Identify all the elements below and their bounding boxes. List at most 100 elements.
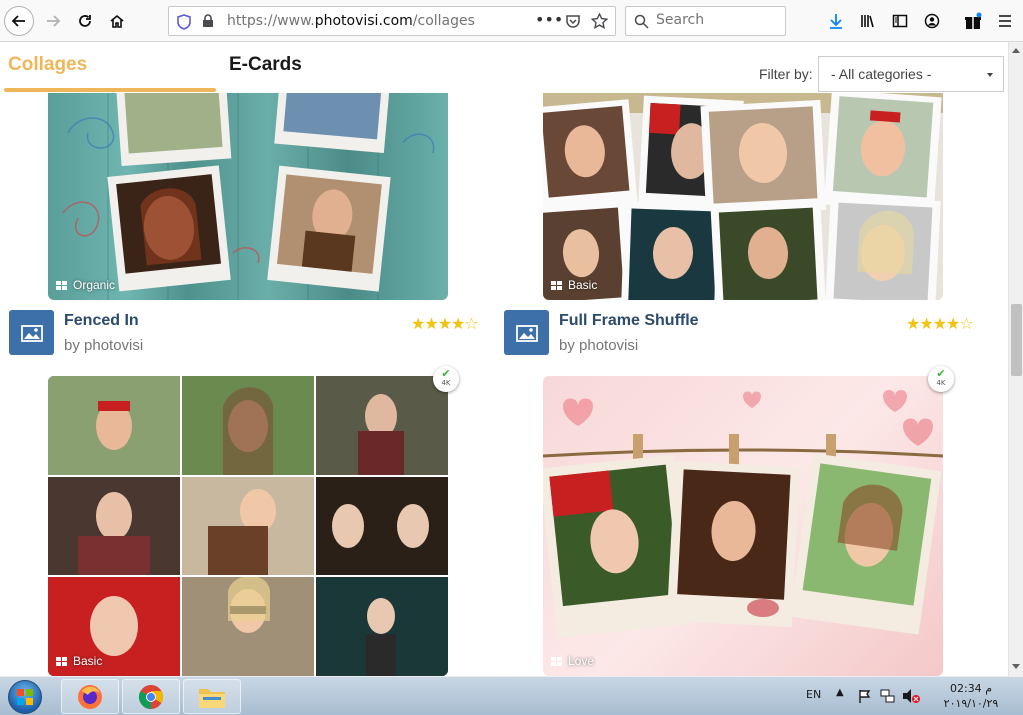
star-filled-icon: ★ bbox=[932, 314, 947, 333]
star-filled-icon: ★ bbox=[451, 314, 465, 333]
collage-thumbnail-love[interactable]: Love bbox=[543, 376, 943, 676]
show-hidden-icons-icon[interactable]: ▲ bbox=[836, 687, 844, 698]
collage-title[interactable]: Fenced In bbox=[64, 312, 139, 330]
bookmark-star-icon[interactable] bbox=[591, 13, 608, 29]
star-filled-icon: ★ bbox=[906, 314, 920, 333]
firefox-icon bbox=[78, 684, 102, 709]
language-indicator[interactable]: EN bbox=[806, 688, 821, 701]
url-domain: photovisi.com bbox=[314, 13, 413, 29]
pocket-icon[interactable] bbox=[565, 14, 581, 29]
sidebar-button[interactable] bbox=[885, 6, 915, 36]
menu-button[interactable] bbox=[990, 6, 1020, 36]
collage-preview-image bbox=[62, 93, 435, 300]
shield-icon[interactable] bbox=[177, 14, 191, 30]
chrome-icon bbox=[138, 684, 164, 709]
collage-thumbnail-basic-grid[interactable]: Basic bbox=[48, 376, 448, 676]
system-clock[interactable]: 02:34 م ٢٠١٩/١٠/٢٩ bbox=[936, 681, 1006, 711]
home-button[interactable] bbox=[102, 6, 132, 36]
collage-preview-image bbox=[48, 376, 448, 676]
account-button[interactable] bbox=[917, 6, 947, 36]
windows-taskbar: EN ▲ 02:34 م ٢٠١٩/١٠/٢٩ bbox=[0, 676, 1023, 715]
gift-icon bbox=[965, 12, 982, 29]
search-input[interactable] bbox=[656, 12, 776, 28]
taskbar-firefox[interactable] bbox=[61, 679, 119, 714]
collage-info-full-frame-shuffle[interactable]: Full Frame Shuffle by photovisi ★★★★☆ bbox=[504, 310, 982, 360]
collage-preview-image bbox=[543, 93, 943, 300]
scroll-up-arrow-icon[interactable] bbox=[1012, 48, 1020, 53]
windows-logo-icon bbox=[8, 679, 42, 714]
star-rating: ★★★★☆ bbox=[906, 314, 974, 333]
tab-ecards[interactable]: E-Cards bbox=[229, 54, 302, 76]
grid-icon bbox=[56, 280, 67, 290]
folder-icon bbox=[199, 688, 225, 708]
back-button[interactable] bbox=[4, 6, 34, 36]
search-icon bbox=[634, 14, 649, 29]
filter-selected-value: - All categories - bbox=[831, 66, 932, 82]
network-icon[interactable] bbox=[880, 688, 896, 704]
reload-icon bbox=[79, 15, 91, 27]
action-center-flag-icon[interactable] bbox=[858, 689, 872, 703]
home-icon bbox=[110, 14, 124, 28]
url-text[interactable]: https://www.photovisi.com/collages bbox=[227, 13, 475, 29]
star-rating: ★★★★☆ bbox=[411, 314, 479, 333]
photovisi-app-icon bbox=[9, 310, 54, 355]
scroll-down-arrow-icon[interactable] bbox=[1012, 664, 1020, 669]
url-bar[interactable]: https://www.photovisi.com/collages ••• bbox=[168, 6, 616, 36]
star-filled-icon: ★ bbox=[424, 314, 438, 333]
category-label: Basic bbox=[551, 278, 597, 292]
active-tab-indicator bbox=[4, 88, 216, 92]
url-path: /collages bbox=[412, 13, 475, 29]
category-label: Love bbox=[551, 654, 594, 668]
4k-badge: ✔ 4K bbox=[433, 366, 459, 392]
picture-icon bbox=[20, 324, 43, 342]
page-actions-icon[interactable]: ••• bbox=[535, 10, 563, 29]
collage-preview-image bbox=[543, 390, 943, 638]
chevron-down-icon bbox=[987, 73, 993, 77]
tab-collages[interactable]: Collages bbox=[8, 54, 87, 76]
star-filled-icon: ★ bbox=[437, 314, 452, 333]
whats-new-button[interactable] bbox=[958, 6, 988, 36]
arrow-left-icon bbox=[11, 15, 25, 27]
collage-author: by photovisi bbox=[64, 337, 144, 354]
page-scrollbar[interactable] bbox=[1008, 42, 1023, 676]
category-label: Basic bbox=[56, 654, 102, 668]
star-filled-icon: ★ bbox=[411, 314, 425, 333]
library-button[interactable] bbox=[853, 6, 883, 36]
download-icon bbox=[830, 14, 842, 29]
collage-thumbnail-organic[interactable]: Organic bbox=[48, 93, 448, 300]
account-icon bbox=[924, 13, 940, 29]
site-header: Collages E-Cards Filter by: - All catego… bbox=[0, 42, 1008, 93]
star-empty-icon: ☆ bbox=[464, 314, 478, 333]
grid-icon bbox=[551, 656, 562, 666]
start-button[interactable] bbox=[4, 678, 46, 715]
hamburger-icon bbox=[999, 15, 1011, 27]
forward-button[interactable] bbox=[38, 6, 68, 36]
lock-icon[interactable] bbox=[202, 14, 214, 28]
category-text: Organic bbox=[73, 278, 116, 292]
4k-badge: ✔ 4K bbox=[928, 366, 954, 392]
volume-muted-icon[interactable] bbox=[902, 688, 920, 704]
collage-author: by photovisi bbox=[559, 337, 639, 354]
taskbar-chrome[interactable] bbox=[122, 679, 180, 714]
collage-info-fenced-in[interactable]: Fenced In by photovisi ★★★★☆ bbox=[9, 310, 487, 360]
clock-time: 02:34 م bbox=[949, 682, 992, 695]
arrow-right-icon bbox=[47, 15, 61, 27]
checkmark-icon: ✔ bbox=[441, 367, 451, 380]
library-icon bbox=[861, 15, 874, 28]
clock-date: ٢٠١٩/١٠/٢٩ bbox=[943, 697, 999, 710]
collage-grid: Organic Basic Fenced In by photovisi ★★★… bbox=[0, 93, 1008, 676]
search-bar[interactable] bbox=[625, 6, 786, 36]
taskbar-file-explorer[interactable] bbox=[183, 679, 241, 714]
scroll-thumb[interactable] bbox=[1011, 304, 1022, 376]
checkmark-icon: ✔ bbox=[936, 367, 946, 380]
grid-icon bbox=[551, 280, 562, 290]
category-filter-select[interactable]: - All categories - bbox=[818, 56, 1004, 92]
badge-text: 4K bbox=[441, 379, 451, 387]
collage-title[interactable]: Full Frame Shuffle bbox=[559, 312, 699, 330]
grid-icon bbox=[56, 656, 67, 666]
photovisi-app-icon bbox=[504, 310, 549, 355]
downloads-button[interactable] bbox=[821, 6, 851, 36]
collage-thumbnail-basic[interactable]: Basic bbox=[543, 93, 943, 300]
reload-button[interactable] bbox=[70, 6, 100, 36]
url-host: https://www. bbox=[227, 13, 315, 29]
